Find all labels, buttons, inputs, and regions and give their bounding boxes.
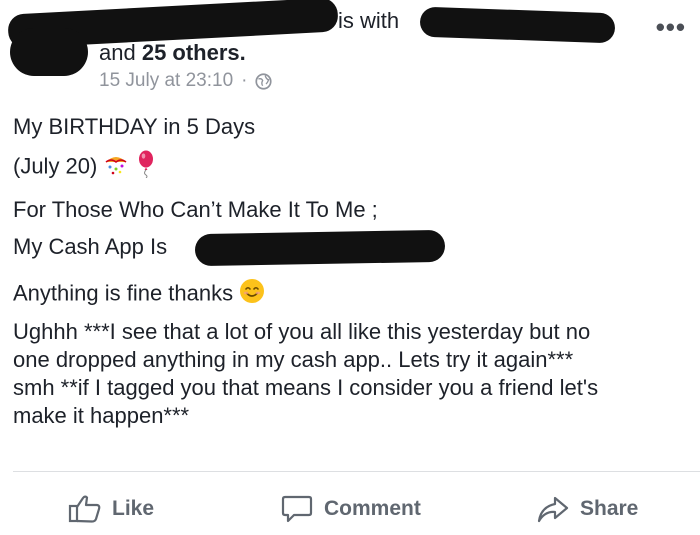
post-line-2: (July 20) (13, 150, 156, 185)
share-arrow-icon (537, 496, 569, 523)
comment-label: Comment (324, 497, 421, 520)
post-paragraph: Ughhh ***I see that a lot of you all lik… (13, 318, 598, 430)
share-label: Share (580, 497, 639, 520)
balloon-icon (136, 150, 156, 185)
post-line-9: make it happen*** (13, 403, 190, 428)
comment-icon (281, 495, 313, 523)
share-button[interactable]: Share (536, 494, 638, 524)
action-divider (13, 471, 700, 472)
smiling-face-icon (239, 278, 265, 311)
like-button[interactable]: Like (68, 494, 154, 524)
post-line-6: Ughhh ***I see that a lot of you all lik… (13, 319, 591, 344)
post-line-7: one dropped anything in my cash app.. Le… (13, 347, 574, 372)
confetti-icon (103, 152, 129, 183)
post-timestamp[interactable]: 15 July at 23:10 (99, 70, 233, 92)
post-line-4: My Cash App Is (13, 234, 168, 259)
header-with-text: is with (338, 8, 400, 33)
meta-separator: · (241, 70, 248, 91)
post-line-5: Anything is fine thanks (13, 278, 265, 311)
redacted-cash-app (194, 229, 446, 267)
comment-button[interactable]: Comment (280, 494, 421, 524)
post-line-8: smh **if I tagged you that means I consi… (13, 375, 599, 400)
redacted-avatar (10, 28, 88, 76)
thumbs-up-icon (68, 495, 101, 523)
post-actions: Like Comment Share (0, 490, 700, 530)
post-meta: 15 July at 23:10 · (99, 70, 273, 92)
like-label: Like (112, 497, 155, 520)
globe-icon[interactable] (255, 72, 273, 90)
redacted-tagged-name (419, 6, 616, 44)
post-line-1: My BIRTHDAY in 5 Days (13, 114, 256, 139)
tagged-others-link[interactable]: and 25 others. (99, 40, 246, 66)
post-line-3: For Those Who Can’t Make It To Me ; (13, 197, 378, 222)
more-options-icon[interactable]: ••• (656, 12, 686, 43)
